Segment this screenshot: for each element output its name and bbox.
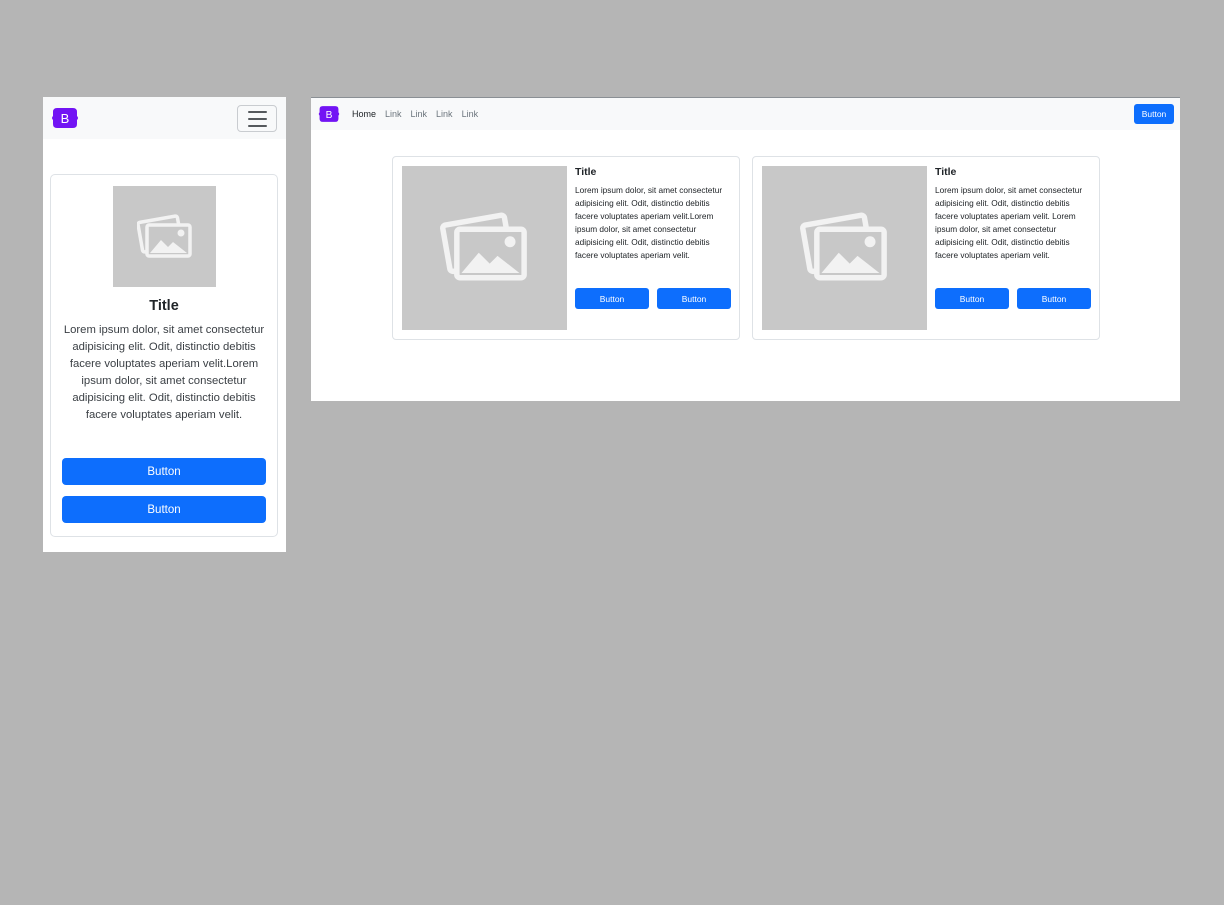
card-text: Lorem ipsum dolor, sit amet consectetur … [575, 185, 723, 260]
hamburger-menu-icon [247, 110, 267, 113]
card-image [762, 166, 927, 330]
navbar-toggler[interactable] [237, 105, 277, 132]
desktop-navbar: B Home Link Link Link Link Button [311, 97, 1180, 130]
mobile-navbar: B [43, 97, 286, 139]
card-image [113, 186, 216, 287]
navbar-button[interactable]: Button [1134, 104, 1174, 124]
card: Title Lorem ipsum dolor, sit amet consec… [392, 156, 740, 340]
card-image [402, 166, 567, 330]
hamburger-menu-icon [247, 124, 267, 127]
mobile-preview: B Title Lorem ipsum dolor, sit amet cons… [43, 97, 286, 552]
card-button-primary[interactable]: Button [575, 288, 649, 309]
nav-link-home[interactable]: Home [352, 109, 376, 119]
nav-link[interactable]: Link [411, 109, 428, 119]
card-text: Lorem ipsum dolor, sit amet consectetur … [935, 185, 1083, 260]
card-title: Title [935, 166, 957, 178]
card-button-secondary[interactable]: Button [657, 288, 731, 309]
card: Title Lorem ipsum dolor, sit amet consec… [50, 174, 278, 537]
brand-logo[interactable]: B [318, 105, 340, 128]
brand-logo[interactable]: B [51, 107, 79, 134]
card-button-secondary[interactable]: Button [62, 496, 266, 523]
bootstrap-logo-icon: B [318, 106, 340, 122]
desktop-preview: B Home Link Link Link Link Button Title … [311, 97, 1180, 401]
card-text: Lorem ipsum dolor, sit amet consectetur … [63, 324, 265, 421]
svg-text:B: B [61, 111, 70, 126]
card-button-primary[interactable]: Button [62, 458, 266, 485]
image-placeholder-icon [136, 213, 192, 258]
card-title: Title [149, 298, 179, 314]
image-placeholder-icon [439, 212, 527, 281]
nav-link[interactable]: Link [462, 109, 479, 119]
nav-links: Home Link Link Link Link [352, 98, 478, 130]
nav-link[interactable]: Link [436, 109, 453, 119]
bootstrap-logo-icon: B [52, 108, 78, 128]
image-placeholder-icon [799, 212, 887, 281]
hamburger-menu-icon [247, 117, 267, 120]
card-button-primary[interactable]: Button [935, 288, 1009, 309]
svg-text:B: B [326, 110, 333, 121]
card-title: Title [575, 166, 597, 178]
card-button-secondary[interactable]: Button [1017, 288, 1091, 309]
card: Title Lorem ipsum dolor, sit amet consec… [752, 156, 1100, 340]
nav-link[interactable]: Link [385, 109, 402, 119]
